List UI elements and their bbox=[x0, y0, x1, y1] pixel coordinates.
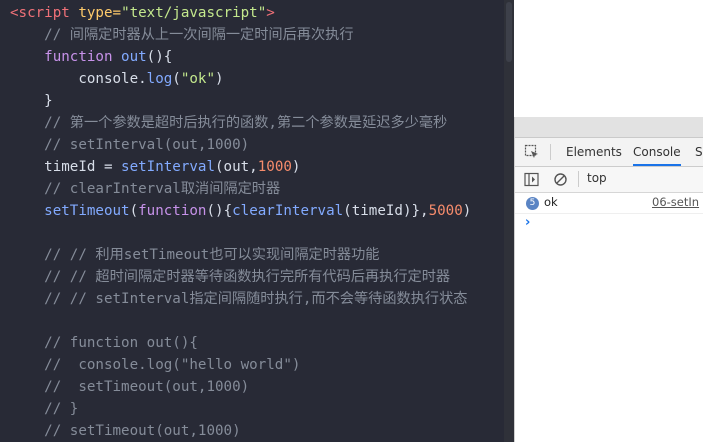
code-line[interactable]: // 间隔定时器从上一次间隔一定时间后再次执行 bbox=[10, 24, 354, 46]
code-token: ( bbox=[172, 71, 181, 87]
code-token: // setInterval(out,1000) bbox=[10, 137, 250, 153]
toggle-sidebar-icon[interactable] bbox=[524, 172, 539, 187]
code-line[interactable]: // setTimeout(out,1000) bbox=[10, 420, 241, 442]
toolbar-divider bbox=[578, 171, 579, 187]
editor-scrollbar[interactable] bbox=[504, 0, 514, 442]
code-editor[interactable]: <script type="text/javascript"> // 间隔定时器… bbox=[0, 0, 514, 442]
code-line[interactable]: // setInterval(out,1000) bbox=[10, 134, 249, 156]
editor-scrollbar-thumb[interactable] bbox=[506, 2, 512, 62]
code-token: // } bbox=[10, 401, 79, 417]
code-line[interactable]: // setTimeout(out,1000) bbox=[10, 376, 249, 398]
code-line[interactable]: // // setInterval指定间隔随时执行,而不会等待函数执行状态 bbox=[10, 288, 467, 310]
code-token: setTimeout bbox=[10, 203, 130, 219]
code-token: // console.log("hello world") bbox=[10, 357, 301, 373]
code-line[interactable]: // 第一个参数是超时后执行的函数,第二个参数是延迟多少毫秒 bbox=[10, 112, 447, 134]
tab-elements[interactable]: Elements bbox=[566, 138, 622, 166]
code-token: <script bbox=[10, 5, 79, 21]
console-prompt-icon[interactable]: › bbox=[525, 215, 530, 230]
context-selector[interactable]: top bbox=[587, 171, 607, 185]
code-token: // 间隔定时器从上一次间隔一定时间后再次执行 bbox=[10, 27, 354, 43]
code-token: function bbox=[10, 49, 122, 65]
code-line[interactable]: // // 利用setTimeout也可以实现间隔定时器功能 bbox=[10, 244, 379, 266]
code-token: // // 超时间隔定时器等待函数执行完所有代码后再执行定时器 bbox=[10, 269, 451, 285]
code-token: (){ bbox=[146, 49, 173, 65]
code-token: ) bbox=[462, 203, 472, 219]
code-token: type= bbox=[78, 5, 122, 21]
code-line[interactable]: // console.log("hello world") bbox=[10, 354, 300, 376]
tab-divider bbox=[550, 144, 551, 160]
code-token: (timeId)}, bbox=[343, 203, 429, 219]
devtools-title-strip bbox=[515, 117, 703, 138]
code-token: (out, bbox=[215, 159, 258, 175]
clear-console-icon[interactable] bbox=[553, 172, 568, 187]
code-token: ) bbox=[291, 159, 301, 175]
code-token: > bbox=[266, 5, 275, 21]
code-line[interactable]: // // 超时间隔定时器等待函数执行完所有代码后再执行定时器 bbox=[10, 266, 450, 288]
code-token: out bbox=[121, 49, 147, 65]
code-token: // 第一个参数是超时后执行的函数,第二个参数是延迟多少毫秒 bbox=[10, 115, 448, 131]
code-line[interactable]: console.log("ok") bbox=[10, 68, 224, 90]
code-token: // // 利用setTimeout也可以实现间隔定时器功能 bbox=[10, 247, 380, 263]
code-token: ( bbox=[129, 203, 139, 219]
code-token: } bbox=[10, 93, 53, 109]
inspect-element-icon[interactable] bbox=[524, 144, 540, 160]
code-token: // // setInterval指定间隔随时执行,而不会等待函数执行状态 bbox=[10, 291, 468, 307]
code-token: // setTimeout(out,1000) bbox=[10, 379, 250, 395]
tab-sources[interactable]: So bbox=[695, 138, 703, 166]
code-line[interactable]: } bbox=[10, 90, 53, 112]
devtools-tabbar: Elements Console So bbox=[515, 138, 703, 167]
code-token: console. bbox=[10, 71, 147, 87]
console-message-row: 5 ok 06-setIn bbox=[515, 193, 703, 214]
code-token: function bbox=[138, 203, 207, 219]
code-token: "ok" bbox=[180, 71, 216, 87]
code-token: (){ bbox=[206, 203, 233, 219]
code-line[interactable]: timeId = setInterval(out,1000) bbox=[10, 156, 300, 178]
page-viewport bbox=[514, 0, 703, 117]
tab-console[interactable]: Console bbox=[633, 138, 681, 166]
code-token: // setTimeout(out,1000) bbox=[10, 423, 241, 439]
code-line[interactable]: // clearInterval取消间隔定时器 bbox=[10, 178, 280, 200]
repeat-count-badge: 5 bbox=[526, 197, 539, 210]
code-line[interactable]: // } bbox=[10, 398, 78, 420]
console-source-link[interactable]: 06-setIn bbox=[652, 195, 699, 209]
devtools-panel: Elements Console So top 5 ok 06-setIn › bbox=[514, 117, 703, 442]
code-token: 5000 bbox=[428, 203, 463, 219]
code-token: log bbox=[146, 71, 173, 87]
code-line[interactable]: <script type="text/javascript"> bbox=[10, 2, 275, 24]
console-toolbar: top bbox=[515, 167, 703, 193]
code-token: // clearInterval取消间隔定时器 bbox=[10, 181, 281, 197]
code-line[interactable]: function out(){ bbox=[10, 46, 172, 68]
code-token: clearInterval bbox=[232, 203, 344, 219]
code-token: "text/javascript" bbox=[121, 5, 267, 21]
code-token: timeId = bbox=[10, 159, 122, 175]
code-line[interactable]: // function out(){ bbox=[10, 332, 198, 354]
code-line[interactable]: setTimeout(function(){clearInterval(time… bbox=[10, 200, 471, 222]
code-token: 1000 bbox=[257, 159, 292, 175]
code-token: // function out(){ bbox=[10, 335, 198, 351]
console-message-text: ok bbox=[544, 195, 558, 209]
code-token: setInterval bbox=[121, 159, 216, 175]
code-token: ) bbox=[215, 71, 224, 87]
